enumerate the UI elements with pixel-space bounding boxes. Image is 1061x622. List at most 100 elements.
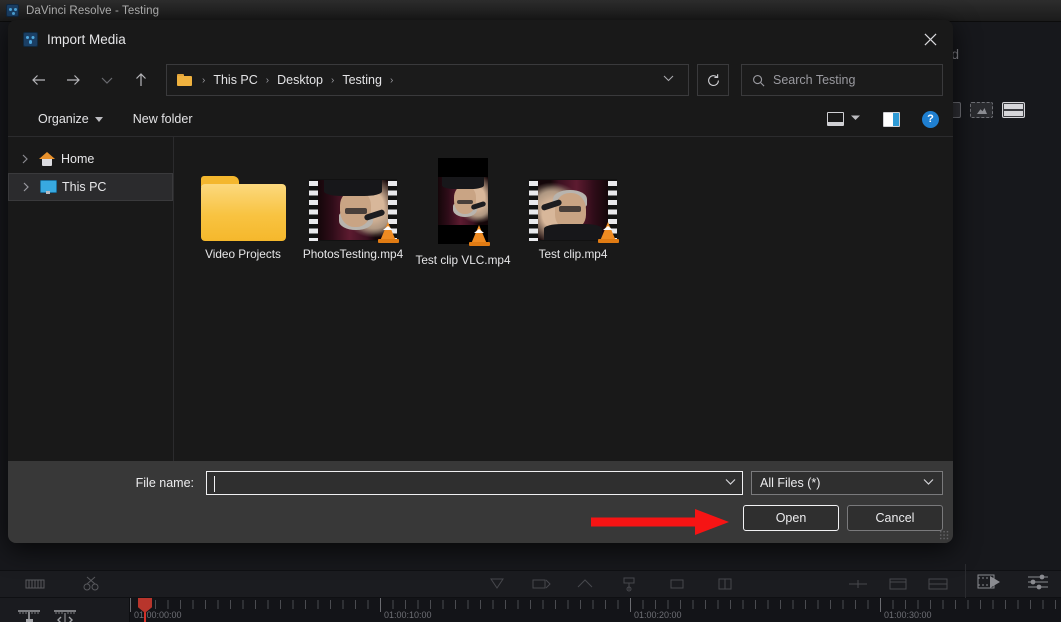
cancel-button[interactable]: Cancel xyxy=(847,505,943,531)
file-list[interactable]: Video Projects PhotosTesting.mp4 Test cl… xyxy=(174,137,953,461)
up-icon[interactable] xyxy=(124,65,158,95)
open-button[interactable]: Open xyxy=(743,505,839,531)
breadcrumb-separator: › xyxy=(202,74,206,86)
arrow-select-icon[interactable] xyxy=(484,575,510,593)
timeline-view-icon[interactable] xyxy=(885,575,911,593)
file-item-video[interactable]: Test clip.mp4 xyxy=(518,151,628,268)
file-item-folder[interactable]: Video Projects xyxy=(188,151,298,268)
breadcrumb-item-testing[interactable]: Testing xyxy=(340,73,384,87)
edit-toolbar xyxy=(0,570,1061,598)
vlc-icon xyxy=(468,223,491,246)
file-name-label: File name: xyxy=(135,476,194,490)
video-thumbnail xyxy=(529,179,619,243)
davinci-resolve-icon xyxy=(6,4,19,17)
timeline-track-header xyxy=(0,598,130,622)
folder-icon xyxy=(177,74,192,86)
file-thumbnail xyxy=(200,155,286,241)
timeline-layout-icon[interactable] xyxy=(925,575,951,593)
file-type-dropdown[interactable]: All Files (*) xyxy=(751,471,943,495)
filmstrip-view-icon[interactable] xyxy=(970,102,993,118)
timecode-label: 01:00:20:00 xyxy=(634,610,682,620)
dialog-titlebar: Import Media xyxy=(8,20,953,58)
dialog-navigation-bar: › This PC › Desktop › Testing › xyxy=(8,58,953,102)
chevron-right-icon[interactable] xyxy=(18,154,32,164)
file-label: PhotosTesting.mp4 xyxy=(302,247,404,261)
settings-sliders-icon[interactable] xyxy=(1026,572,1050,597)
file-item-video[interactable]: PhotosTesting.mp4 xyxy=(298,151,408,268)
sidebar-item-this-pc[interactable]: This PC xyxy=(8,173,173,201)
breadcrumb-chevron-down-icon[interactable] xyxy=(655,74,682,86)
dialog-buttons-row: Open Cancel xyxy=(18,505,943,535)
app-titlebar: DaVinci Resolve - Testing xyxy=(0,0,1061,22)
dialog-command-bar: Organize New folder ? xyxy=(8,102,953,136)
breadcrumb[interactable]: › This PC › Desktop › Testing › xyxy=(166,64,689,96)
breadcrumb-item-desktop[interactable]: Desktop xyxy=(275,73,325,87)
organize-button[interactable]: Organize xyxy=(30,108,111,130)
sidebar-item-home[interactable]: Home xyxy=(8,145,173,173)
snapping-icon[interactable] xyxy=(664,575,690,593)
recent-locations-chevron-down-icon[interactable] xyxy=(90,65,124,95)
file-name-field[interactable] xyxy=(206,471,743,495)
file-thumbnail xyxy=(309,155,400,243)
refresh-icon[interactable] xyxy=(697,64,729,96)
razor-icon[interactable] xyxy=(78,575,104,593)
view-layout-icon[interactable] xyxy=(827,112,844,126)
preview-pane-icon[interactable] xyxy=(883,111,900,127)
file-item-video[interactable]: Test clip VLC.mp4 xyxy=(408,151,518,268)
file-name-chevron-down-icon[interactable] xyxy=(719,478,736,489)
playhead[interactable] xyxy=(144,598,146,622)
timecode-label: 01:00:00:00 xyxy=(134,610,182,620)
blade-edit-icon[interactable] xyxy=(616,575,642,593)
this-pc-icon xyxy=(39,180,57,194)
chevron-right-icon[interactable] xyxy=(19,182,33,192)
breadcrumb-separator: › xyxy=(265,74,270,86)
search-input[interactable] xyxy=(773,73,932,87)
sidebar-item-label: Home xyxy=(61,152,95,166)
search-box[interactable] xyxy=(741,64,943,96)
app-title: DaVinci Resolve - Testing xyxy=(26,4,160,17)
chevron-down-icon xyxy=(94,116,103,122)
flag-marker-icon[interactable] xyxy=(712,575,738,593)
trim-edit-icon[interactable] xyxy=(528,575,554,593)
text-caret xyxy=(214,476,215,492)
file-label: Test clip.mp4 xyxy=(538,247,608,261)
media-play-icon[interactable] xyxy=(977,572,1005,597)
list-view-icon[interactable] xyxy=(1002,102,1025,118)
dynamic-trim-icon[interactable] xyxy=(572,575,598,593)
resize-grip[interactable] xyxy=(939,530,949,540)
file-grid: Video Projects PhotosTesting.mp4 Test cl… xyxy=(188,151,953,268)
file-thumbnail xyxy=(529,155,619,243)
folder-icon xyxy=(200,176,286,241)
breadcrumb-separator: › xyxy=(389,74,394,86)
vlc-icon xyxy=(377,220,400,243)
file-label: Test clip VLC.mp4 xyxy=(415,253,511,267)
search-icon xyxy=(753,74,765,86)
file-name-input[interactable] xyxy=(213,476,719,490)
breadcrumb-separator: › xyxy=(331,74,335,86)
open-button-wrap: Open xyxy=(591,505,839,535)
dialog-main: Home This PC Video Projects PhotosTestin… xyxy=(8,136,953,461)
help-icon[interactable]: ? xyxy=(922,110,939,128)
close-icon[interactable] xyxy=(907,20,953,58)
breadcrumb-item-this-pc[interactable]: This PC xyxy=(211,73,259,87)
ruler-ticks xyxy=(130,600,1061,609)
view-layout-chevron-down-icon[interactable] xyxy=(850,114,861,124)
sidebar-item-label: This PC xyxy=(62,180,107,194)
track-lock-icon[interactable] xyxy=(14,608,44,622)
clip-list-icon[interactable] xyxy=(22,575,48,593)
back-icon[interactable] xyxy=(22,65,56,95)
import-media-dialog: Import Media › This PC › Desktop › Testi… xyxy=(8,20,953,543)
file-label: Video Projects xyxy=(205,247,281,261)
file-thumbnail xyxy=(438,155,491,247)
annotation-arrow xyxy=(591,509,729,535)
new-folder-label: New folder xyxy=(132,112,193,126)
track-range-icon[interactable] xyxy=(50,608,80,622)
audio-level-icon[interactable] xyxy=(845,575,871,593)
chevron-down-icon xyxy=(923,478,934,489)
dialog-title: Import Media xyxy=(47,31,126,47)
file-name-row: File name: All Files (*) xyxy=(18,471,943,495)
timeline-ruler[interactable]: 01:00:00:00 01:00:10:00 01:00:20:00 01:0… xyxy=(130,598,1061,622)
davinci-resolve-icon xyxy=(23,31,38,47)
new-folder-button[interactable]: New folder xyxy=(125,108,201,130)
forward-icon[interactable] xyxy=(56,65,90,95)
